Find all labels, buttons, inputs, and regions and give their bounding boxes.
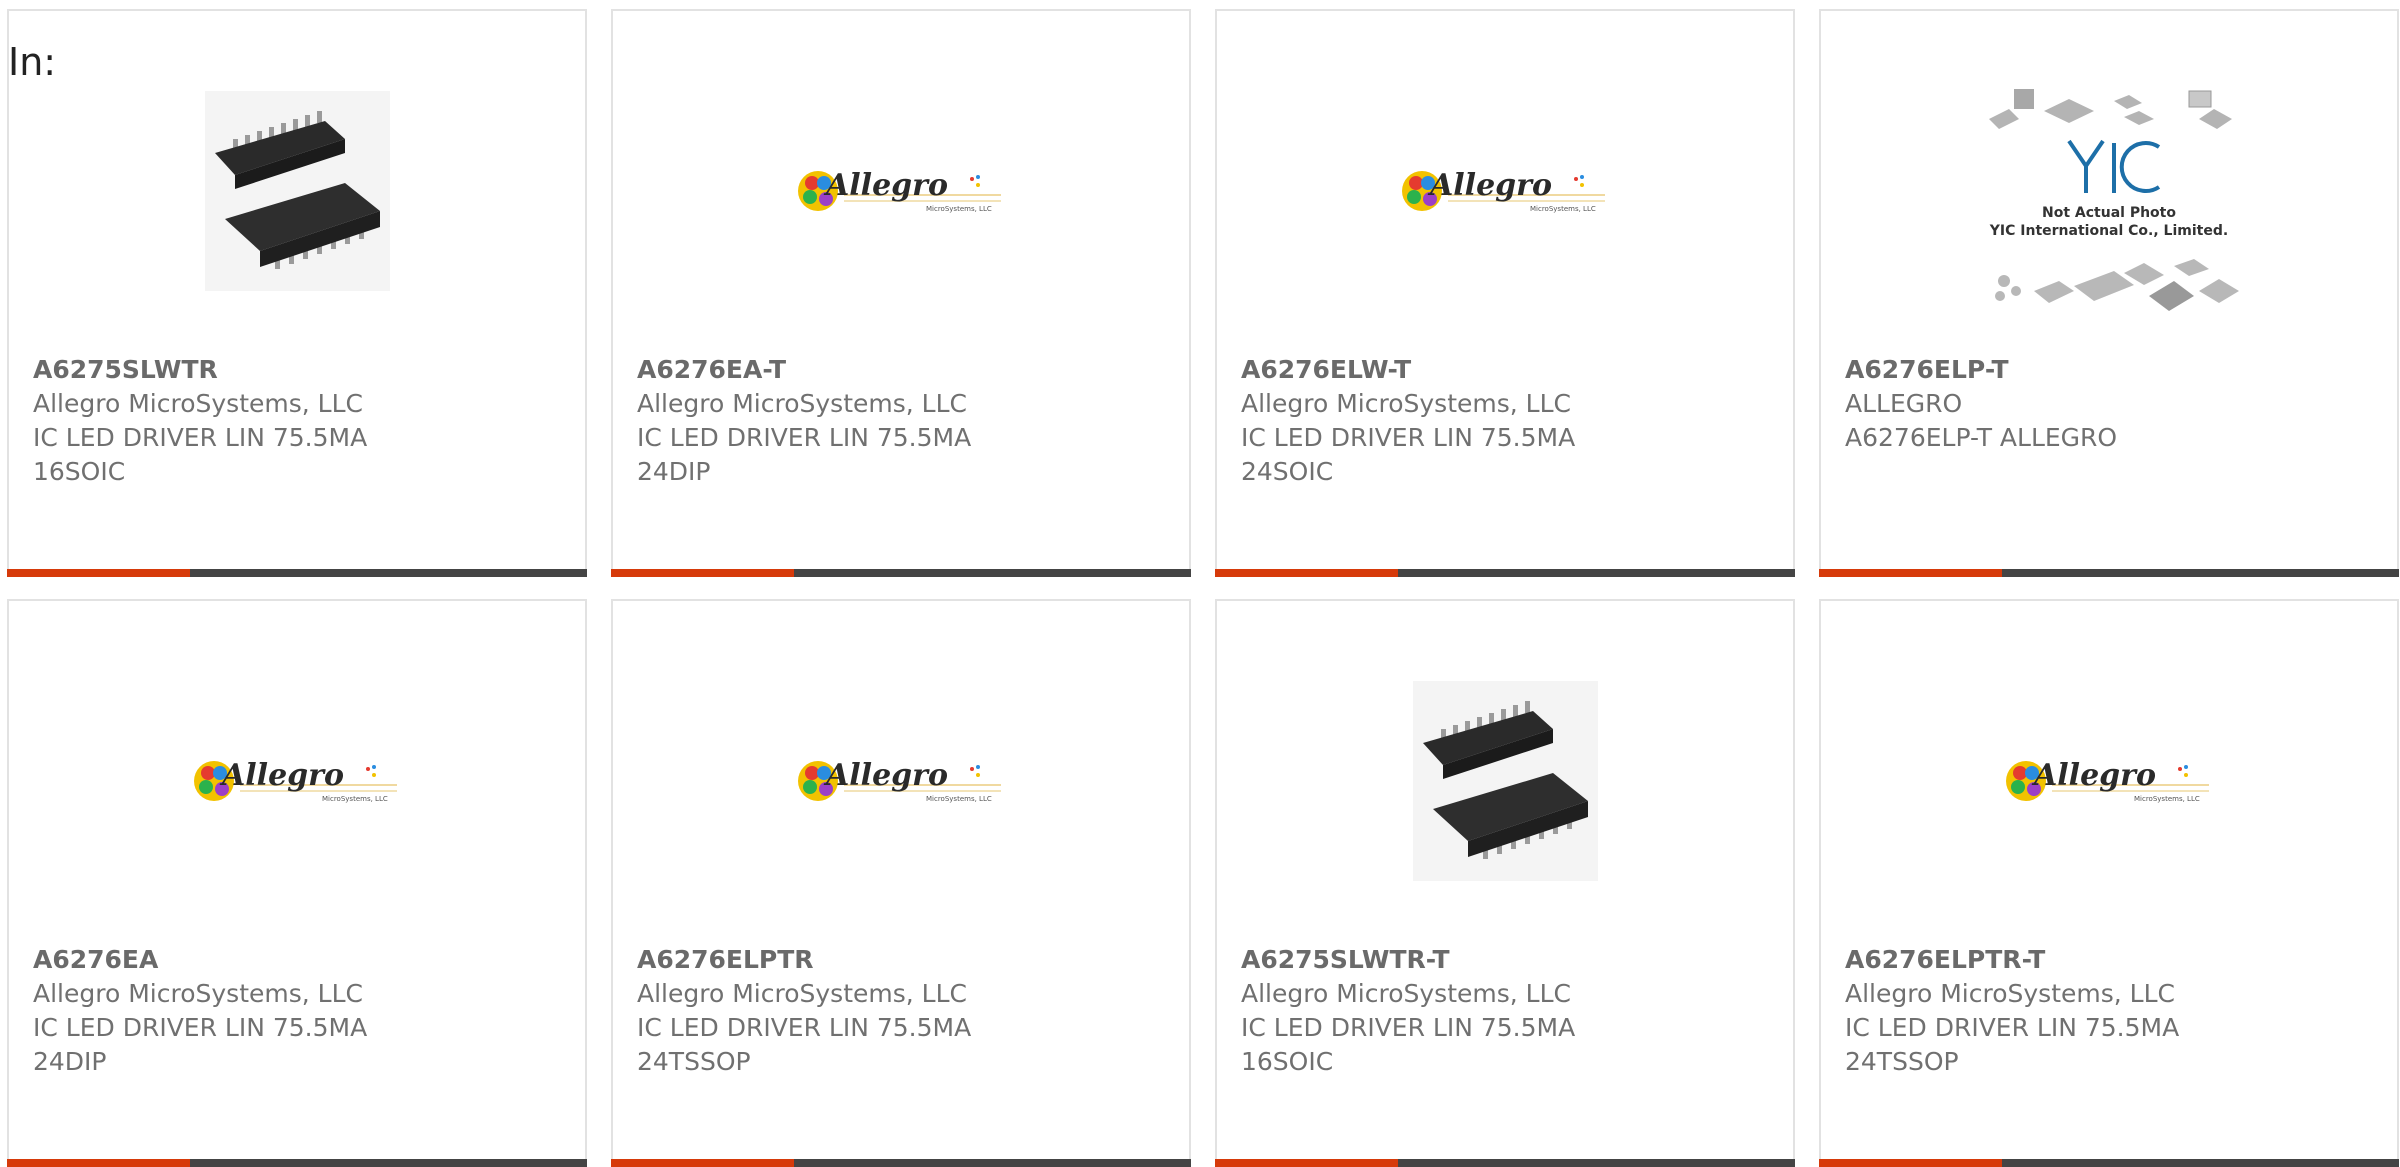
part-number[interactable]: A6275SLWTR-T [1241,943,1783,977]
product-info: A6276ELP-T ALLEGRO A6276ELP-T ALLEGRO [1845,353,2387,455]
product-image [9,81,585,301]
product-card[interactable]: Allegro MicroSystems, LLC A6276EA Allegr… [7,599,587,1167]
product-image: Allegro MicroSystems, LLC [9,671,585,891]
card-bottom-bar [1819,1159,2399,1167]
package: 24TSSOP [637,1047,751,1076]
product-card[interactable]: A6275SLWTR Allegro MicroSystems, LLC IC … [7,9,587,577]
allegro-word: Allegro [2031,758,2156,793]
product-image: Not Actual Photo YIC International Co., … [1821,61,2397,351]
allegro-word: Allegro [1427,168,1552,203]
product-card[interactable]: Not Actual Photo YIC International Co., … [1819,9,2399,577]
description: IC LED DRIVER LIN 75.5MA [33,1013,368,1042]
product-info: A6276EA Allegro MicroSystems, LLC IC LED… [33,943,575,1079]
card-bottom-bar [611,1159,1191,1167]
part-number[interactable]: A6276EA [33,943,575,977]
allegro-logo-image: Allegro MicroSystems, LLC [798,758,1001,803]
package: 24DIP [33,1047,107,1076]
product-image: Allegro MicroSystems, LLC [1217,81,1793,301]
yic-line2: YIC International Co., Limited. [1989,223,2228,239]
product-card[interactable]: Allegro MicroSystems, LLC A6276ELPTR-T A… [1819,599,2399,1167]
card-bottom-bar [1215,1159,1795,1167]
manufacturer: Allegro MicroSystems, LLC [1241,389,1571,418]
package: 24SOIC [1241,457,1334,486]
manufacturer: Allegro MicroSystems, LLC [33,389,363,418]
chip-soic-image [204,91,390,291]
part-number[interactable]: A6276ELPTR [637,943,1179,977]
package: 16SOIC [1241,1047,1334,1076]
card-bottom-bar [1819,569,2399,577]
product-image [1217,671,1793,891]
part-number[interactable]: A6276ELP-T [1845,353,2387,387]
allegro-sub: MicroSystems, LLC [322,795,388,803]
manufacturer: Allegro MicroSystems, LLC [1845,979,2175,1008]
card-bottom-bar [7,1159,587,1167]
allegro-word: Allegro [219,758,344,793]
description: IC LED DRIVER LIN 75.5MA [1241,1013,1576,1042]
yic-placeholder-image: Not Actual Photo YIC International Co., … [1989,89,2239,311]
description: IC LED DRIVER LIN 75.5MA [637,423,972,452]
part-number[interactable]: A6276ELPTR-T [1845,943,2387,977]
product-grid: A6275SLWTR Allegro MicroSystems, LLC IC … [7,9,2400,1167]
manufacturer: ALLEGRO [1845,389,1963,418]
product-card[interactable]: A6275SLWTR-T Allegro MicroSystems, LLC I… [1215,599,1795,1167]
product-card[interactable]: Allegro MicroSystems, LLC A6276EA-T Alle… [611,9,1191,577]
part-number[interactable]: A6276EA-T [637,353,1179,387]
allegro-sub: MicroSystems, LLC [2134,795,2200,803]
allegro-logo-image: Allegro MicroSystems, LLC [798,168,1001,213]
manufacturer: Allegro MicroSystems, LLC [1241,979,1571,1008]
manufacturer: Allegro MicroSystems, LLC [33,979,363,1008]
allegro-word: Allegro [823,758,948,793]
package: 24DIP [637,457,711,486]
product-info: A6276ELPTR-T Allegro MicroSystems, LLC I… [1845,943,2387,1079]
description: IC LED DRIVER LIN 75.5MA [637,1013,972,1042]
manufacturer: Allegro MicroSystems, LLC [637,979,967,1008]
product-info: A6276EA-T Allegro MicroSystems, LLC IC L… [637,353,1179,489]
product-image: Allegro MicroSystems, LLC [1821,671,2397,891]
product-info: A6275SLWTR Allegro MicroSystems, LLC IC … [33,353,575,489]
package: 24TSSOP [1845,1047,1959,1076]
allegro-logo-image: Allegro MicroSystems, LLC [194,758,397,803]
product-info: A6275SLWTR-T Allegro MicroSystems, LLC I… [1241,943,1783,1079]
allegro-logo-image: Allegro MicroSystems, LLC [1402,168,1605,213]
card-bottom-bar [611,569,1191,577]
product-image: Allegro MicroSystems, LLC [613,81,1189,301]
card-bottom-bar [7,569,587,577]
in-label: In: [8,40,57,84]
product-image: Allegro MicroSystems, LLC [613,671,1189,891]
allegro-sub: MicroSystems, LLC [1530,205,1596,213]
chip-soic-image [1412,681,1598,881]
description: IC LED DRIVER LIN 75.5MA [1845,1013,2180,1042]
part-number[interactable]: A6275SLWTR [33,353,575,387]
yic-line1: Not Actual Photo [2042,205,2176,221]
product-card[interactable]: Allegro MicroSystems, LLC A6276ELW-T All… [1215,9,1795,577]
manufacturer: Allegro MicroSystems, LLC [637,389,967,418]
part-number[interactable]: A6276ELW-T [1241,353,1783,387]
allegro-word: Allegro [823,168,948,203]
product-card[interactable]: Allegro MicroSystems, LLC A6276ELPTR All… [611,599,1191,1167]
description: IC LED DRIVER LIN 75.5MA [33,423,368,452]
card-bottom-bar [1215,569,1795,577]
allegro-sub: MicroSystems, LLC [926,795,992,803]
description: IC LED DRIVER LIN 75.5MA [1241,423,1576,452]
product-info: A6276ELW-T Allegro MicroSystems, LLC IC … [1241,353,1783,489]
page: In: A6275SLWTR Allegro MicroSystems, LLC… [0,0,2400,1167]
description: A6276ELP-T ALLEGRO [1845,423,2118,452]
allegro-sub: MicroSystems, LLC [926,205,992,213]
package: 16SOIC [33,457,126,486]
product-info: A6276ELPTR Allegro MicroSystems, LLC IC … [637,943,1179,1079]
allegro-logo-image: Allegro MicroSystems, LLC [2006,758,2209,803]
